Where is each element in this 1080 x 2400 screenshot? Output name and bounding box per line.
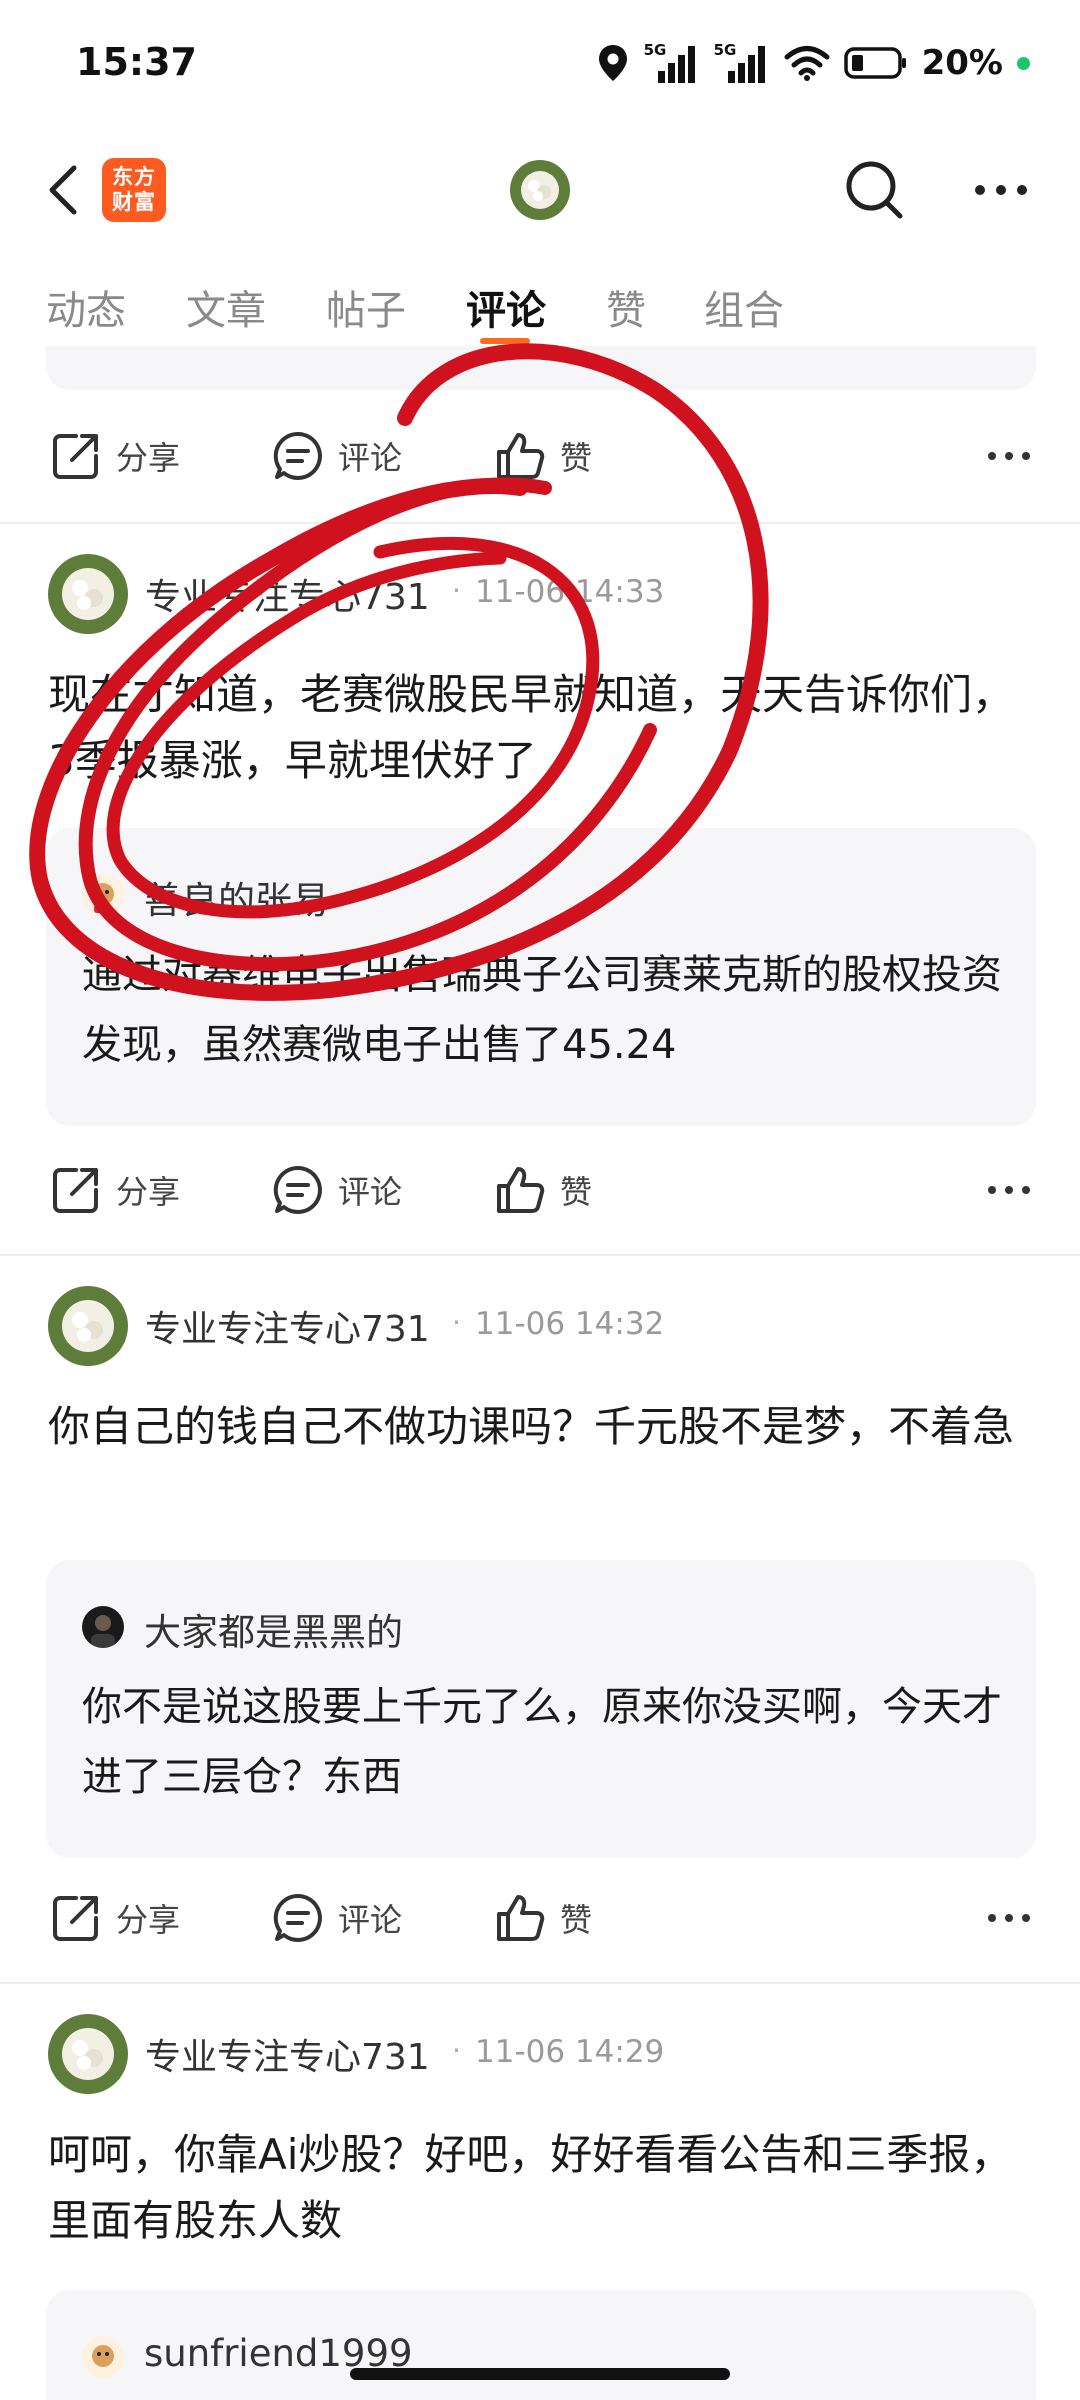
post-time: 11-06 14:32 [475, 1306, 665, 1342]
comment-text: 呵呵，你靠Ai炒股？好吧，好好看看公告和三季报，里面有股东人数 [48, 2130, 1013, 2245]
item-more-button[interactable] [984, 438, 1034, 474]
previous-quote-card [46, 346, 1036, 390]
more-horizontal-icon [988, 452, 1030, 460]
like-button[interactable]: 赞 [494, 1892, 592, 1944]
share-label: 分享 [116, 1901, 181, 1939]
share-label: 分享 [116, 439, 181, 477]
author-avatar[interactable] [48, 554, 128, 634]
tab-comments[interactable]: 评论 [466, 278, 546, 336]
tab-dynamic[interactable]: 动态 [46, 278, 126, 336]
more-horizontal-icon [988, 1186, 1030, 1194]
quoted-author-avatar [82, 1606, 124, 1648]
wifi-icon [784, 46, 830, 81]
post-time: 11-06 14:33 [475, 574, 665, 610]
search-icon [846, 161, 903, 219]
author-name[interactable]: 专业专注专心731 [145, 2028, 430, 2080]
app-logo-line2: 财富 [112, 190, 156, 214]
tab-posts[interactable]: 帖子 [326, 278, 406, 336]
tab-articles[interactable]: 文章 [186, 278, 266, 336]
meta-separator: · [452, 574, 461, 607]
quoted-post[interactable]: sunfriend1999 [46, 2290, 1036, 2400]
comment-label: 评论 [338, 439, 403, 477]
comment-label: 评论 [338, 1173, 403, 1211]
comment-icon [273, 1893, 322, 1942]
location-icon [598, 45, 627, 81]
divider [0, 1254, 1080, 1256]
share-button[interactable]: 分享 [50, 430, 180, 482]
share-button[interactable]: 分享 [50, 1164, 180, 1216]
tab-likes[interactable]: 赞 [606, 278, 646, 336]
more-horizontal-icon [988, 1914, 1030, 1922]
signal-icon: 5G [644, 41, 700, 85]
app-logo-line1: 东方 [112, 165, 156, 189]
chevron-left-icon [49, 165, 77, 215]
author-name[interactable]: 专业专注专心731 [145, 1300, 430, 1352]
action-bar: 分享 评论 赞 [0, 416, 1080, 496]
comment-text: 你自己的钱自己不做功课吗？千元股不是梦，不着急 [48, 1402, 1015, 1451]
signal-icon: 5G [714, 41, 770, 85]
quoted-text: 你不是说这股要上千元了么，原来你没买啊，今天才进了三层仓？东西 [82, 1684, 1002, 1800]
tab-active-indicator [480, 338, 530, 344]
like-button[interactable]: 赞 [494, 430, 592, 482]
quoted-author-avatar [82, 874, 124, 916]
share-label: 分享 [116, 1173, 181, 1211]
home-indicator[interactable] [350, 2368, 730, 2380]
author-name[interactable]: 专业专注专心731 [145, 568, 430, 620]
meta-separator: · [452, 2034, 461, 2067]
comment-button[interactable]: 评论 [272, 430, 402, 482]
comment-label: 评论 [338, 1901, 403, 1939]
quoted-author-name: 大家都是黑黑的 [144, 1611, 403, 1654]
user-avatar[interactable] [510, 160, 570, 220]
quoted-author-name: 善良的张易 [144, 879, 329, 922]
meta-separator: · [452, 1306, 461, 1339]
comment-icon [273, 1165, 322, 1214]
battery-icon [843, 47, 906, 79]
like-button[interactable]: 赞 [494, 1164, 592, 1216]
thumbs-up-icon [497, 1167, 545, 1213]
quoted-post[interactable]: 善良的张易 通过对赛维电子出售瑞典子公司赛莱克斯的股权投资发现，虽然赛微电子出售… [46, 828, 1036, 1126]
like-label: 赞 [560, 1173, 593, 1211]
more-options-button[interactable] [966, 165, 1036, 215]
share-icon [53, 1168, 98, 1213]
comment-icon [273, 431, 322, 480]
quoted-text: 通过对赛维电子出售瑞典子公司赛莱克斯的股权投资发现，虽然赛微电子出售了45.24 [82, 952, 1002, 1068]
like-label: 赞 [560, 439, 593, 477]
privacy-indicator-dot [1017, 56, 1030, 70]
thumbs-up-icon [497, 433, 545, 479]
share-icon [53, 434, 98, 479]
divider [0, 522, 1080, 524]
item-more-button[interactable] [984, 1900, 1034, 1936]
top-navigation-bar: 东方 财富 [0, 130, 1080, 250]
post-time: 11-06 14:29 [475, 2034, 665, 2070]
signal-tag: 5G [713, 41, 737, 59]
app-logo[interactable]: 东方 财富 [102, 158, 166, 222]
share-button[interactable]: 分享 [50, 1892, 180, 1944]
thumbs-up-icon [497, 1895, 545, 1941]
author-avatar[interactable] [48, 2014, 128, 2094]
back-button[interactable] [40, 160, 90, 220]
signal-tag: 5G [643, 41, 667, 59]
action-bar: 分享 评论 赞 [0, 1150, 1080, 1230]
action-bar: 分享 评论 赞 [0, 1878, 1080, 1958]
comment-button[interactable]: 评论 [272, 1892, 402, 1944]
battery-percentage: 20% [921, 43, 1003, 83]
profile-tabs: 动态 文章 帖子 评论 赞 组合 [0, 268, 1080, 348]
item-more-button[interactable] [984, 1172, 1034, 1208]
status-icons: 5G 5G 20% [596, 38, 1030, 88]
tab-portfolio[interactable]: 组合 [704, 278, 784, 336]
quoted-author-avatar [82, 2336, 124, 2378]
comment-text: 现在才知道，老赛微股民早就知道，天天告诉你们，3季报暴涨，早就埋伏好了 [48, 670, 1015, 785]
author-avatar[interactable] [48, 1286, 128, 1366]
comment-button[interactable]: 评论 [272, 1164, 402, 1216]
divider [0, 1982, 1080, 1984]
search-button[interactable] [840, 155, 910, 225]
like-label: 赞 [560, 1901, 593, 1939]
status-bar: 15:37 5G 5G 20% [0, 0, 1080, 130]
more-horizontal-icon [975, 185, 1027, 195]
share-icon [53, 1896, 98, 1941]
quoted-post[interactable]: 大家都是黑黑的 你不是说这股要上千元了么，原来你没买啊，今天才进了三层仓？东西 [46, 1560, 1036, 1858]
status-time: 15:37 [76, 40, 197, 84]
